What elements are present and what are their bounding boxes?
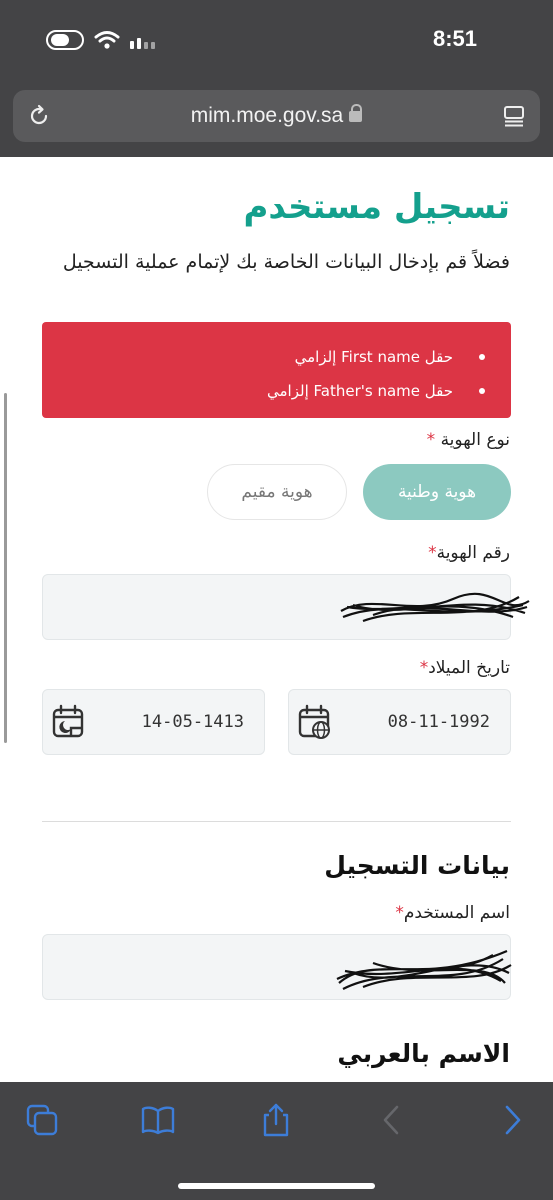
hijri-date-value: 14-05-1413 — [141, 712, 244, 732]
id-number-input[interactable] — [42, 574, 530, 640]
username-label-text: اسم المستخدم — [403, 903, 510, 923]
tabs-icon[interactable] — [24, 1102, 60, 1138]
page-content: تسجيل مستخدم فضلاً قم بإدخال البيانات ال… — [0, 157, 553, 1082]
toggle-icon — [46, 30, 84, 50]
gregorian-date-input[interactable]: 08-11-1992 — [288, 689, 511, 755]
page-scrollbar[interactable] — [4, 393, 7, 743]
gregorian-date-value: 08-11-1992 — [387, 712, 490, 732]
birth-date-label: تاريخ الميلاد* — [420, 658, 510, 678]
calendar-globe-icon[interactable] — [297, 704, 333, 740]
arabic-name-section-title: الاسم بالعربي — [337, 1039, 510, 1068]
url-display[interactable]: mim.moe.gov.sa — [13, 104, 540, 128]
error-alert: حقل First name إلزامي حقل Father's name … — [42, 322, 511, 418]
wifi-icon — [94, 31, 120, 49]
id-type-label: نوع الهوية * — [427, 430, 510, 450]
calendar-moon-icon[interactable] — [51, 704, 87, 740]
username-label: اسم المستخدم* — [395, 903, 510, 923]
address-bar[interactable]: mim.moe.gov.sa — [13, 90, 540, 142]
section-divider — [42, 821, 511, 822]
redaction-scribble — [336, 949, 512, 990]
id-number-label: رقم الهوية* — [428, 543, 510, 563]
home-indicator[interactable] — [178, 1183, 375, 1189]
status-icons — [46, 30, 155, 50]
id-type-national-button[interactable]: هوية وطنية — [363, 464, 511, 520]
username-input[interactable] — [42, 934, 512, 1000]
share-icon[interactable] — [258, 1102, 294, 1138]
page-title: تسجيل مستخدم — [243, 187, 510, 227]
browser-top-chrome: 8:51 mim.moe.gov.sa — [0, 0, 553, 157]
id-number-label-text: رقم الهوية — [436, 543, 510, 563]
required-mark: * — [419, 658, 429, 678]
birth-date-label-text: تاريخ الميلاد — [428, 658, 510, 678]
back-icon[interactable] — [374, 1102, 410, 1138]
forward-icon[interactable] — [494, 1102, 530, 1138]
bookmarks-icon[interactable] — [140, 1102, 176, 1138]
redaction-scribble — [340, 592, 530, 623]
signal-icon — [130, 31, 155, 49]
page-subtitle: فضلاً قم بإدخال البيانات الخاصة بك لإتما… — [62, 251, 510, 273]
hijri-date-input[interactable]: 14-05-1413 — [42, 689, 265, 755]
reader-icon[interactable] — [502, 104, 526, 128]
required-mark: * — [395, 903, 404, 923]
required-mark: * — [426, 430, 436, 450]
error-item-father-name: حقل Father's name إلزامي — [42, 374, 485, 408]
url-text: mim.moe.gov.sa — [190, 104, 344, 127]
error-item-first-name: حقل First name إلزامي — [42, 340, 485, 374]
required-mark: * — [428, 543, 437, 563]
id-type-label-text: نوع الهوية — [440, 430, 510, 450]
lock-icon — [349, 104, 363, 122]
status-time: 8:51 — [432, 26, 477, 51]
id-type-resident-button[interactable]: هوية مقيم — [207, 464, 347, 520]
registration-section-title: بيانات التسجيل — [324, 851, 510, 880]
